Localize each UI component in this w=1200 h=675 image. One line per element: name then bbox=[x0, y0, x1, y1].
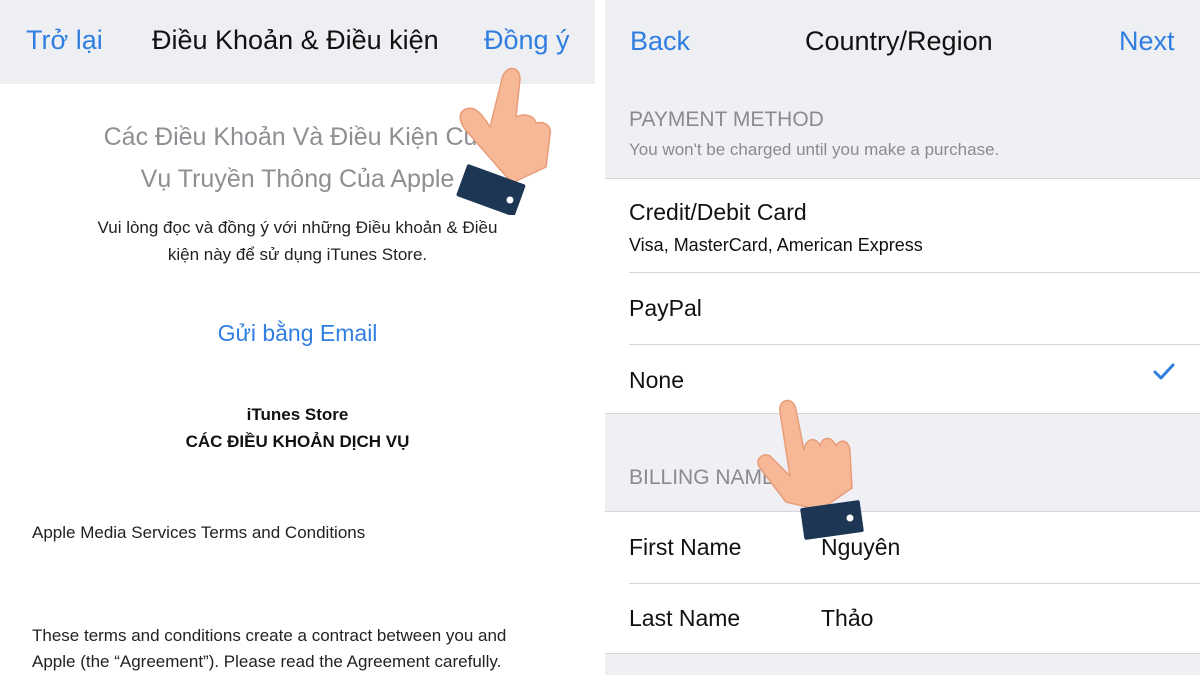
payment-screen: Back Country/Region Next PAYMENT METHOD … bbox=[605, 0, 1200, 675]
next-button[interactable]: Next bbox=[1119, 28, 1175, 55]
last-name-label: Last Name bbox=[629, 605, 741, 631]
payment-option-paypal[interactable]: PayPal bbox=[605, 273, 1200, 344]
terms-document-name: Apple Media Services Terms and Condition… bbox=[32, 523, 366, 542]
store-title: iTunes Store bbox=[246, 405, 349, 424]
terms-intro-line1: Vui lòng đọc và đồng ý với những Điều kh… bbox=[97, 218, 498, 237]
payment-method-header: PAYMENT METHOD bbox=[629, 108, 824, 131]
page-title: Điều Khoản & Điều kiện bbox=[152, 25, 439, 55]
page-title: Country/Region bbox=[805, 26, 993, 56]
payment-option-detail: Visa, MasterCard, American Express bbox=[629, 235, 923, 255]
terms-body-line1: These terms and conditions create a cont… bbox=[32, 626, 507, 645]
first-name-label: First Name bbox=[629, 534, 742, 560]
payment-option-card[interactable]: Credit/Debit Card Visa, MasterCard, Amer… bbox=[605, 179, 1200, 272]
screen-divider bbox=[595, 0, 605, 675]
payment-option-label: None bbox=[629, 367, 684, 393]
billing-name-group: First Name Nguyên Last Name Thảo bbox=[605, 511, 1200, 654]
terms-intro-line2: kiện này để sử dụng iTunes Store. bbox=[167, 245, 428, 264]
payment-options-group: Credit/Debit Card Visa, MasterCard, Amer… bbox=[605, 178, 1200, 414]
payment-nav-bar: Back Country/Region Next bbox=[605, 0, 1200, 84]
payment-method-subheader: You won't be charged until you make a pu… bbox=[629, 140, 1000, 159]
pointing-hand-icon bbox=[456, 67, 552, 215]
send-by-email-link[interactable]: Gửi bằng Email bbox=[0, 320, 595, 347]
checkmark-icon bbox=[1153, 363, 1175, 380]
terms-body-text: These terms and conditions create a cont… bbox=[32, 623, 572, 675]
pointing-hand-icon bbox=[757, 399, 864, 540]
back-button[interactable]: Trở lại bbox=[26, 27, 103, 54]
first-name-row[interactable]: First Name Nguyên bbox=[605, 512, 1200, 583]
terms-intro: Vui lòng đọc và đồng ý với những Điều kh… bbox=[60, 214, 535, 268]
agree-button[interactable]: Đồng ý bbox=[484, 27, 570, 54]
back-button[interactable]: Back bbox=[630, 28, 690, 55]
payment-option-label: Credit/Debit Card bbox=[629, 199, 807, 225]
payment-option-none[interactable]: None bbox=[605, 345, 1200, 414]
store-subtitle: CÁC ĐIỀU KHOẢN DỊCH VỤ bbox=[185, 432, 410, 451]
last-name-row[interactable]: Last Name Thảo bbox=[605, 584, 1200, 654]
terms-body-line2: Apple (the “Agreement”). Please read the… bbox=[32, 652, 502, 671]
terms-screen: Trở lại Điều Khoản & Điều kiện Đồng ý Cá… bbox=[0, 0, 595, 675]
payment-option-label: PayPal bbox=[629, 295, 702, 321]
last-name-field[interactable]: Thảo bbox=[821, 605, 873, 632]
